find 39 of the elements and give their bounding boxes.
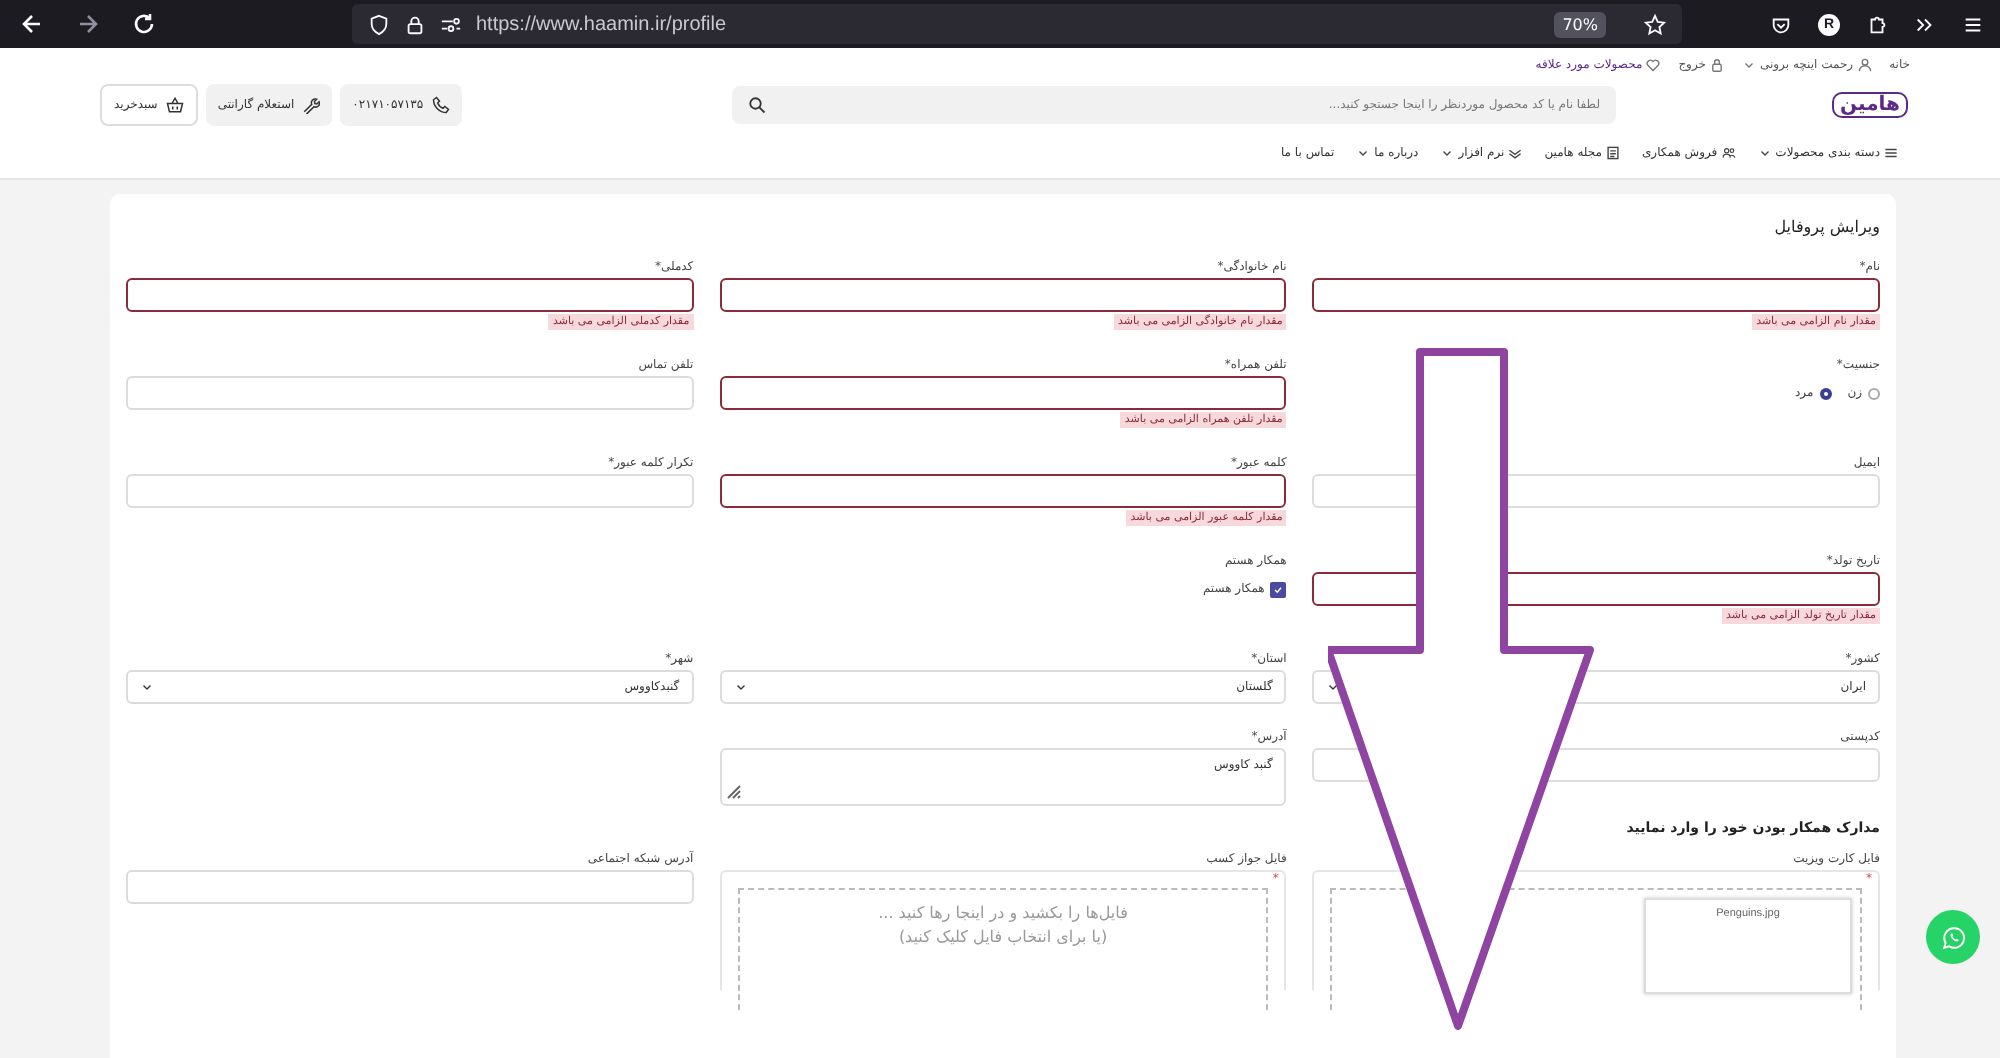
input-field[interactable] — [719, 376, 1287, 410]
input-field[interactable] — [719, 278, 1287, 312]
extensions-icon[interactable] — [1866, 13, 1888, 35]
address-bar[interactable]: https://www.haamin.ir/profile 70% — [352, 4, 1682, 44]
drop-hint: (یا برای انتخاب فایل کلیک کنید) — [898, 928, 1108, 946]
back-icon[interactable] — [20, 12, 44, 36]
star-icon[interactable] — [1644, 13, 1666, 35]
site-logo[interactable]: هامین — [1832, 91, 1908, 117]
lock-icon — [404, 13, 426, 35]
user-icon — [1857, 57, 1872, 71]
shield-icon — [368, 13, 390, 35]
wrench-icon — [302, 95, 321, 113]
url-text: https://www.haamin.ir/profile — [476, 13, 729, 35]
caret-icon — [140, 680, 155, 694]
resize-grip-icon[interactable] — [725, 784, 742, 800]
lock-icon — [1709, 57, 1724, 71]
menu-icon — [1884, 145, 1898, 159]
input-field[interactable] — [1312, 278, 1880, 312]
caret-icon — [733, 680, 748, 694]
menu-icon[interactable] — [1962, 13, 1984, 35]
form-title: ویرایش پروفایل — [1772, 216, 1880, 240]
overflow-icon[interactable] — [1914, 13, 1936, 35]
reload-icon[interactable] — [132, 12, 156, 36]
heart-icon — [1646, 57, 1661, 71]
drop-hint: فایل‌ها را بکشید و در اینجا رها کنید ... — [878, 904, 1128, 922]
newspaper-icon — [1605, 145, 1620, 159]
whatsapp-icon — [1939, 923, 1967, 951]
caret-icon — [1326, 680, 1341, 694]
input-field[interactable] — [126, 278, 694, 312]
phone-icon — [431, 95, 450, 113]
zoom-badge[interactable]: 70% — [1554, 11, 1606, 37]
users-icon — [1721, 145, 1736, 159]
input-field[interactable] — [719, 474, 1287, 508]
search-icon[interactable] — [748, 95, 767, 113]
forward-icon[interactable] — [76, 12, 100, 36]
basket-icon — [165, 95, 184, 113]
check-icon — [1272, 583, 1285, 595]
permissions-icon — [440, 13, 462, 35]
pocket-icon[interactable] — [1770, 13, 1792, 35]
